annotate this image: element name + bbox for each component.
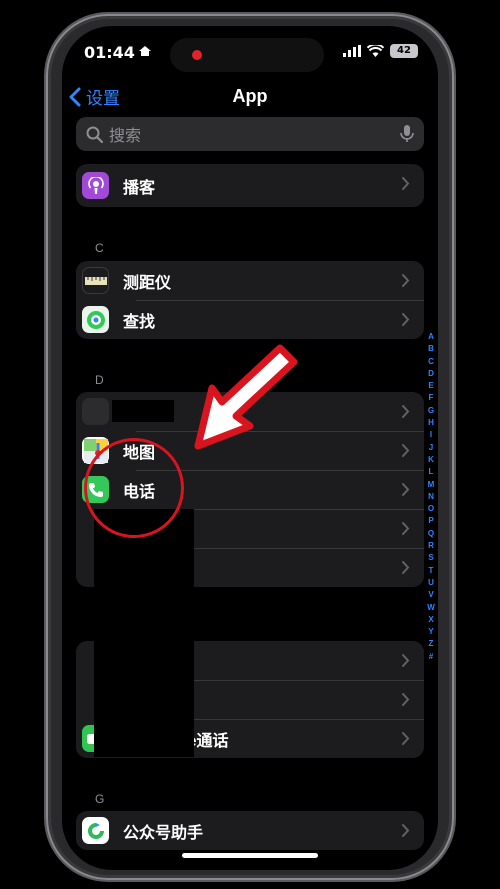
chevron-right-icon <box>402 824 410 837</box>
index-letter[interactable]: X <box>428 614 433 626</box>
recording-indicator-icon <box>192 50 202 60</box>
chevron-right-icon <box>402 313 410 326</box>
find-my-icon <box>82 306 109 333</box>
redacted-app-icon <box>82 398 109 425</box>
chevron-right-icon <box>402 483 410 496</box>
status-time: 01:44 <box>84 43 135 62</box>
index-letter[interactable]: C <box>428 356 434 368</box>
index-letter[interactable]: U <box>428 577 434 589</box>
index-letter[interactable]: V <box>428 589 433 601</box>
chevron-right-icon <box>402 444 410 457</box>
status-indicators: 42 <box>343 44 418 58</box>
annotation-arrow-icon <box>194 344 298 450</box>
index-letter[interactable]: I <box>430 429 432 441</box>
redaction-block <box>112 400 174 422</box>
list-group-p: 播客 <box>76 164 424 207</box>
list-item-label: 测距仪 <box>123 274 172 292</box>
index-letter[interactable]: T <box>429 565 434 577</box>
section-header-c: C <box>95 241 104 255</box>
dynamic-island <box>170 38 324 72</box>
highlight-circle <box>84 438 184 538</box>
search-placeholder: 搜索 <box>109 128 142 145</box>
section-header-d: D <box>95 373 104 387</box>
wechat-assistant-icon <box>82 817 109 844</box>
chevron-right-icon <box>402 522 410 535</box>
index-letter[interactable]: M <box>428 479 435 491</box>
battery-icon: 42 <box>390 44 418 58</box>
index-letter[interactable]: # <box>429 651 433 663</box>
chevron-right-icon <box>402 732 410 745</box>
index-letter[interactable]: A <box>428 331 434 343</box>
list-item-label: 查找 <box>123 313 156 331</box>
list-group-c: 测距仪 查找 <box>76 261 424 339</box>
index-letter[interactable]: J <box>429 442 433 454</box>
index-letter[interactable]: L <box>429 466 434 478</box>
search-icon <box>86 126 103 143</box>
index-letter[interactable]: S <box>428 552 433 564</box>
index-letter[interactable]: W <box>427 602 435 614</box>
index-letter[interactable]: Y <box>428 626 433 638</box>
microphone-icon[interactable] <box>400 125 414 143</box>
index-letter[interactable]: G <box>428 405 434 417</box>
list-item-label: 播客 <box>123 179 156 197</box>
list-item-find-my[interactable]: 查找 <box>76 300 424 339</box>
list-group-g: 公众号助手 <box>76 811 424 850</box>
index-letter[interactable]: F <box>429 392 434 404</box>
chevron-right-icon <box>402 177 410 190</box>
index-letter[interactable]: K <box>428 454 434 466</box>
index-letter[interactable]: N <box>428 491 434 503</box>
index-letter[interactable]: D <box>428 368 434 380</box>
index-letter[interactable]: Z <box>429 638 434 650</box>
list-item-label: 公众号助手 <box>123 824 204 842</box>
chevron-right-icon <box>402 405 410 418</box>
index-letter[interactable]: Q <box>428 528 434 540</box>
section-header-g: G <box>95 792 105 806</box>
chevron-right-icon <box>402 654 410 667</box>
index-letter[interactable]: R <box>428 540 434 552</box>
home-indicator <box>182 853 318 858</box>
chevron-right-icon <box>402 274 410 287</box>
redaction-block <box>94 509 194 757</box>
index-letter[interactable]: B <box>428 343 434 355</box>
chevron-right-icon <box>402 693 410 706</box>
phone-screen: 01:44 42 设置 App 搜索 播客 C 测距仪 查找 D 地图 电话 G… <box>62 26 438 870</box>
list-item-wechat-assistant[interactable]: 公众号助手 <box>76 811 424 850</box>
chevron-right-icon <box>402 561 410 574</box>
podcasts-icon <box>82 172 109 199</box>
focus-mode-icon <box>139 46 151 56</box>
index-letter[interactable]: O <box>428 503 434 515</box>
list-item-podcasts[interactable]: 播客 <box>76 164 424 207</box>
page-title: App <box>232 86 268 106</box>
list-item-measure[interactable]: 测距仪 <box>76 261 424 300</box>
search-input[interactable]: 搜索 <box>76 117 424 151</box>
signal-icon <box>343 45 361 57</box>
index-letter[interactable]: H <box>428 417 434 429</box>
index-letter[interactable]: P <box>428 515 433 527</box>
wifi-icon <box>367 45 384 57</box>
measure-icon <box>82 267 109 294</box>
index-letter[interactable]: E <box>428 380 433 392</box>
alphabet-index[interactable]: A B C D E F G H I J K L M N O P Q R S T U V W X Y Z # <box>426 331 436 663</box>
